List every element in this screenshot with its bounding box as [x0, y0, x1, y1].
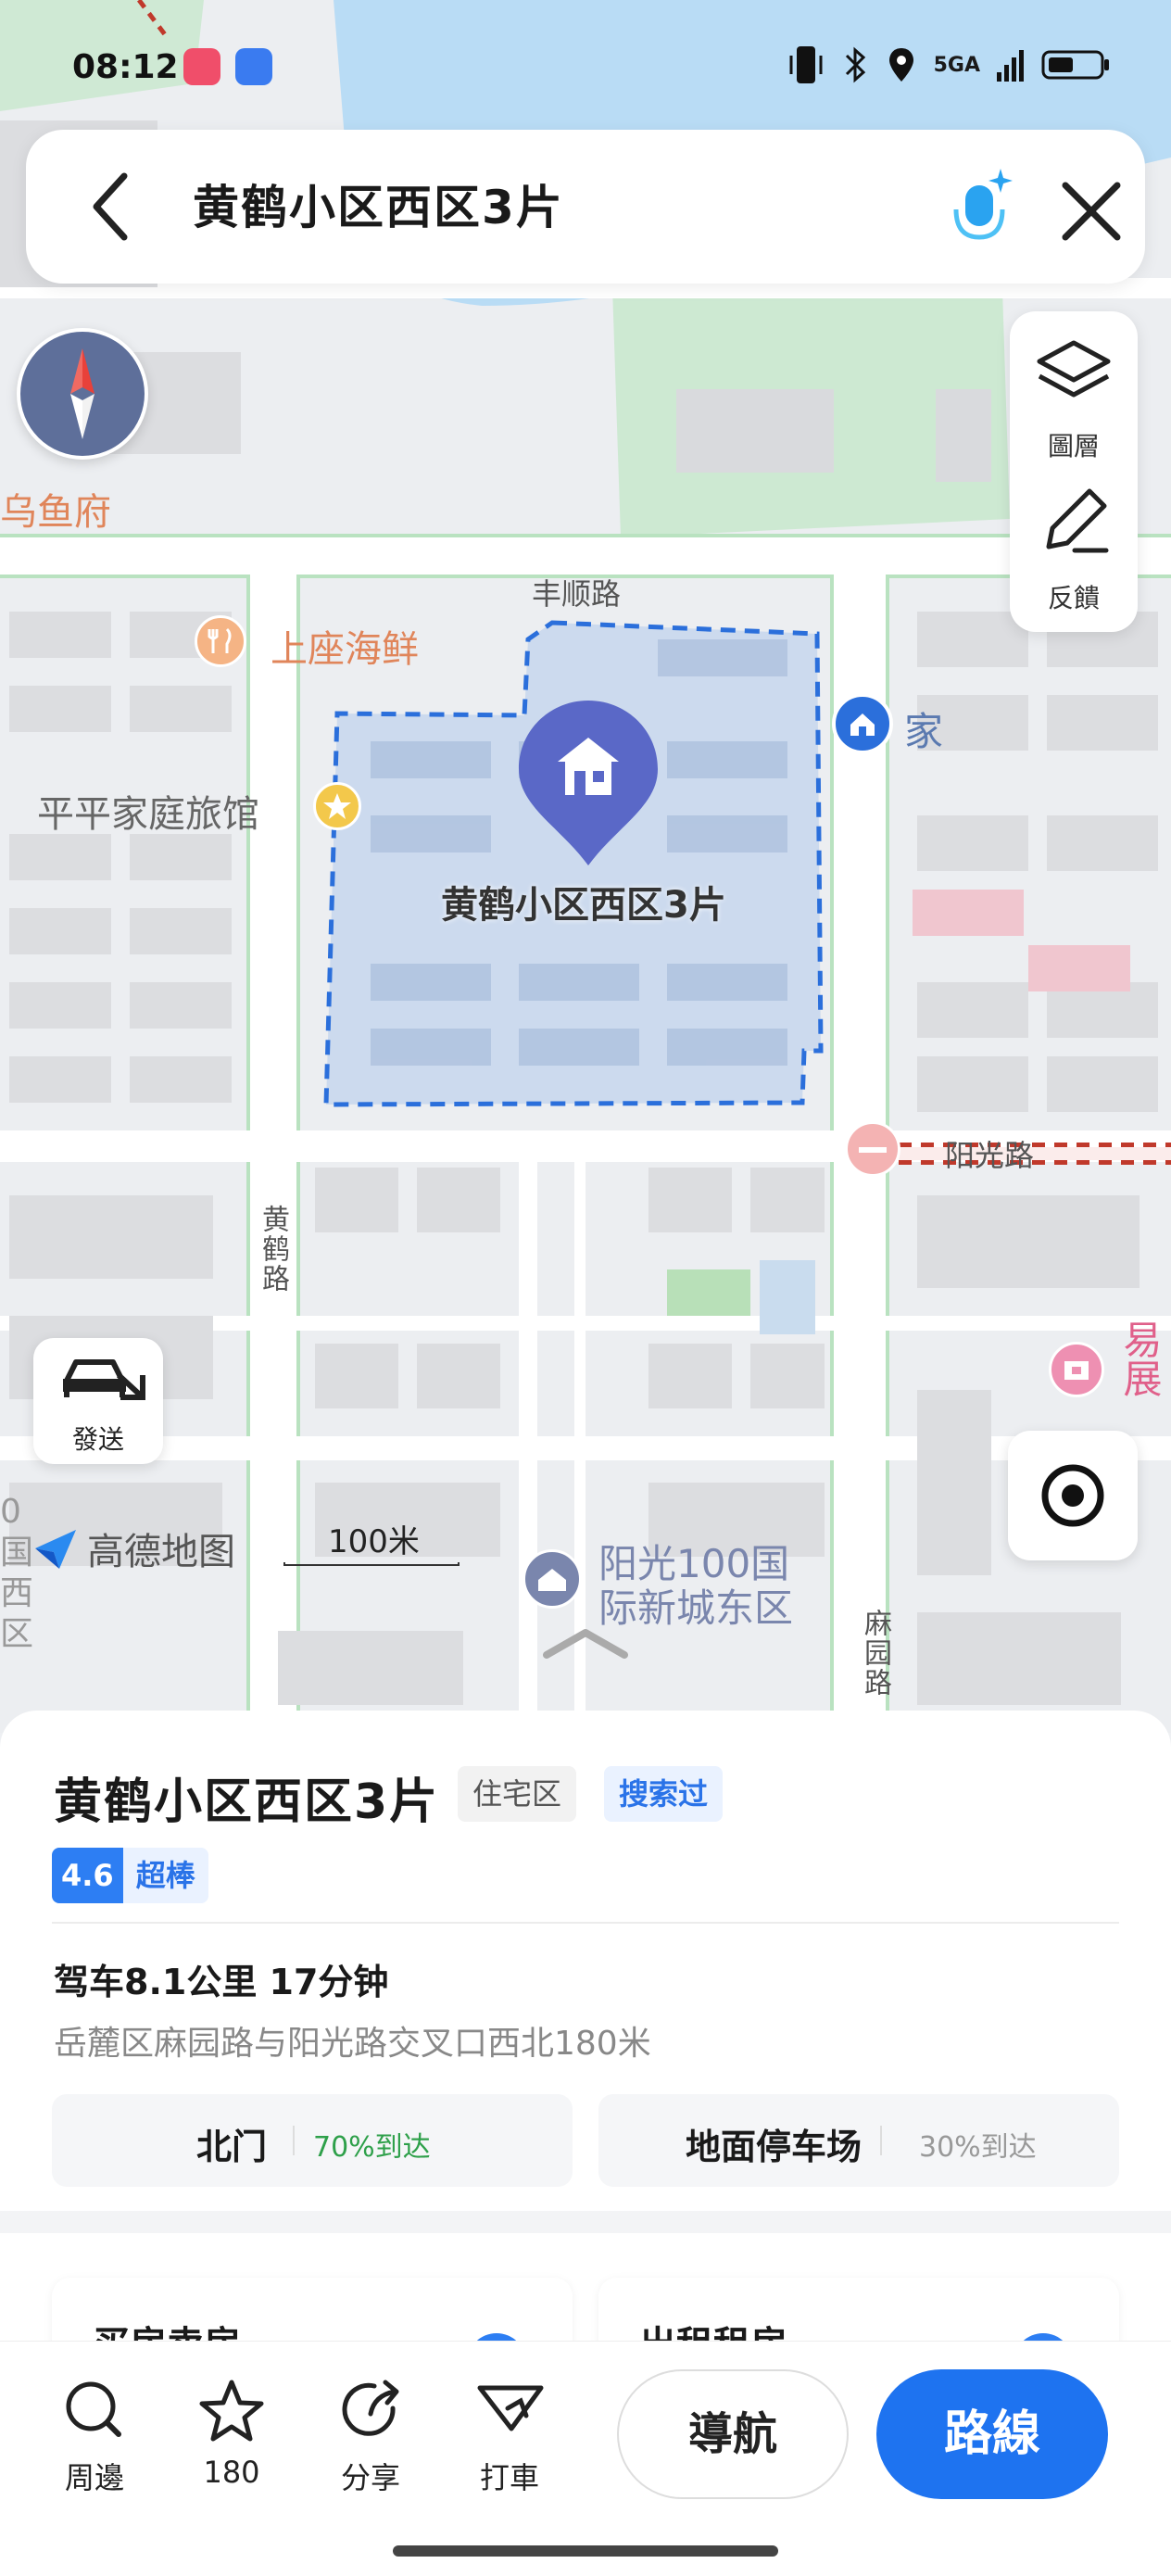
- bottom-action-bar: 周邊 180 分享 打車 導航 路線: [0, 2341, 1171, 2576]
- entrance-parking[interactable]: 地面停车场 30%到达: [598, 2094, 1119, 2187]
- share-button[interactable]: 分享: [315, 2373, 426, 2495]
- vibrate-icon: [789, 46, 823, 83]
- route-button[interactable]: 路線: [876, 2369, 1108, 2499]
- star-icon: [199, 2380, 264, 2442]
- scale-bar: [283, 1562, 460, 1566]
- search-bar[interactable]: 黄鹤小区西区3片: [26, 130, 1145, 284]
- entrance-separator: [880, 2126, 882, 2155]
- searched-tag: 搜索过: [604, 1766, 724, 1822]
- search-icon: [66, 2381, 121, 2437]
- divider: [52, 1922, 1119, 1924]
- amap-logo-text: 高德地图: [87, 1531, 235, 1573]
- close-icon[interactable]: [1054, 174, 1128, 248]
- poi-label-seafood[interactable]: 上座海鲜: [271, 619, 419, 673]
- battery-icon: [1041, 50, 1109, 80]
- entrance-separator: [293, 2126, 295, 2155]
- status-time: 08:12: [72, 48, 179, 86]
- sheet-expand-chevron-icon[interactable]: [541, 1623, 630, 1661]
- amap-logo: 高德地图: [31, 1522, 235, 1575]
- share-label: 分享: [340, 2460, 400, 2495]
- entrance-name: 北门: [196, 2127, 268, 2167]
- app-notification-icon: [183, 48, 220, 85]
- compass-icon: [70, 348, 94, 439]
- road-label-fengshun: 丰顺路: [532, 576, 622, 612]
- place-address[interactable]: 岳麓区麻园路与阳光路交叉口西北180米: [54, 2016, 651, 2065]
- status-icons: 5GA: [787, 44, 1112, 85]
- favorite-button[interactable]: 180: [176, 2373, 287, 2494]
- poi-label-hotel[interactable]: 平平家庭旅馆: [37, 784, 259, 838]
- browser-notification-icon: [235, 48, 272, 85]
- voice-assistant-icon[interactable]: [943, 161, 1017, 254]
- scale-text: 100米: [328, 1523, 420, 1560]
- entrance-percent: 70%到达: [313, 2131, 431, 2164]
- signal-icon: [997, 50, 1024, 82]
- place-title: 黄鹤小区西区3片: [54, 1774, 440, 1830]
- marker-label: 黄鹤小区西区3片: [441, 884, 726, 927]
- place-type-tag: 住宅区: [458, 1766, 577, 1822]
- navigate-button[interactable]: 導航: [617, 2369, 849, 2499]
- search-query[interactable]: 黄鹤小区西区3片: [193, 170, 564, 237]
- taxi-button[interactable]: 打車: [454, 2373, 565, 2495]
- feedback-button[interactable]: 反饋: [1010, 478, 1138, 626]
- poi-label-exhibit[interactable]: 易展: [1112, 1320, 1168, 1397]
- my-location-button[interactable]: [1008, 1431, 1138, 1560]
- map-tools-panel: 圖層 反饋: [1010, 311, 1138, 632]
- taxi-label: 打車: [479, 2460, 539, 2495]
- poi-label-fish[interactable]: 乌鱼府: [0, 482, 111, 536]
- layers-button[interactable]: 圖層: [1010, 326, 1138, 474]
- entrance-name: 地面停车场: [686, 2127, 863, 2167]
- layers-label: 圖層: [1047, 431, 1100, 461]
- entrance-north-gate[interactable]: 北门 70%到达: [52, 2094, 573, 2187]
- location-status-icon: [888, 48, 913, 82]
- road-label-yangguang: 阳光路: [945, 1138, 1035, 1173]
- home-indicator[interactable]: [393, 2545, 778, 2557]
- amap-logo-icon: [35, 1530, 76, 1569]
- exhibition-icon[interactable]: [1049, 1342, 1104, 1397]
- favorite-count: 180: [203, 2455, 260, 2490]
- rating-badge[interactable]: 4.6 超棒: [52, 1848, 208, 1903]
- section-gap: [0, 2211, 1171, 2233]
- share-icon: [342, 2380, 399, 2436]
- send-label: 發送: [71, 1424, 124, 1455]
- network-type: 5GA: [933, 53, 980, 77]
- road-label-mayuan: 麻园路: [859, 1609, 891, 1698]
- car-send-icon: [63, 1359, 145, 1400]
- hotel-icon[interactable]: [313, 782, 361, 830]
- status-bar: 08:12 5GA: [0, 0, 1171, 130]
- map-scale: 100米: [283, 1516, 460, 1568]
- home-icon[interactable]: [832, 693, 893, 754]
- back-arrow-icon[interactable]: [76, 167, 150, 246]
- layers-icon: [1037, 340, 1111, 398]
- residence-icon[interactable]: [523, 1549, 582, 1609]
- bluetooth-icon: [845, 46, 865, 83]
- entrance-percent: 30%到达: [919, 2131, 1037, 2164]
- place-detail-sheet: 黄鹤小区西区3片 住宅区 搜索过 4.6 超棒 驾车8.1公里 17分钟 岳麓区…: [0, 1711, 1171, 2389]
- poi-label-home[interactable]: 家: [904, 701, 943, 757]
- compass-button[interactable]: [17, 328, 148, 460]
- rating-score: 4.6: [52, 1848, 123, 1903]
- road-label-huanghe: 黄鹤路: [257, 1205, 289, 1294]
- feedback-label: 反饋: [1047, 583, 1100, 613]
- no-entry-icon: [845, 1121, 900, 1177]
- nearby-label: 周邊: [64, 2460, 124, 2495]
- map-view[interactable]: 乌鱼府 丰顺路 上座海鲜 家 平平家庭旅馆 黄鹤小区西区3片 阳光路 黄鹤路 易…: [0, 0, 1171, 1733]
- nearby-button[interactable]: 周邊: [39, 2373, 150, 2495]
- locate-icon: [1041, 1464, 1104, 1527]
- edit-pen-icon: [1046, 488, 1109, 553]
- send-to-car-button[interactable]: 發送: [33, 1338, 163, 1464]
- drive-info: 驾车8.1公里 17分钟: [54, 1962, 389, 2002]
- taxi-icon: [477, 2385, 544, 2431]
- restaurant-icon[interactable]: [195, 615, 246, 667]
- rating-word: 超棒: [122, 1848, 208, 1903]
- location-marker[interactable]: [515, 697, 661, 869]
